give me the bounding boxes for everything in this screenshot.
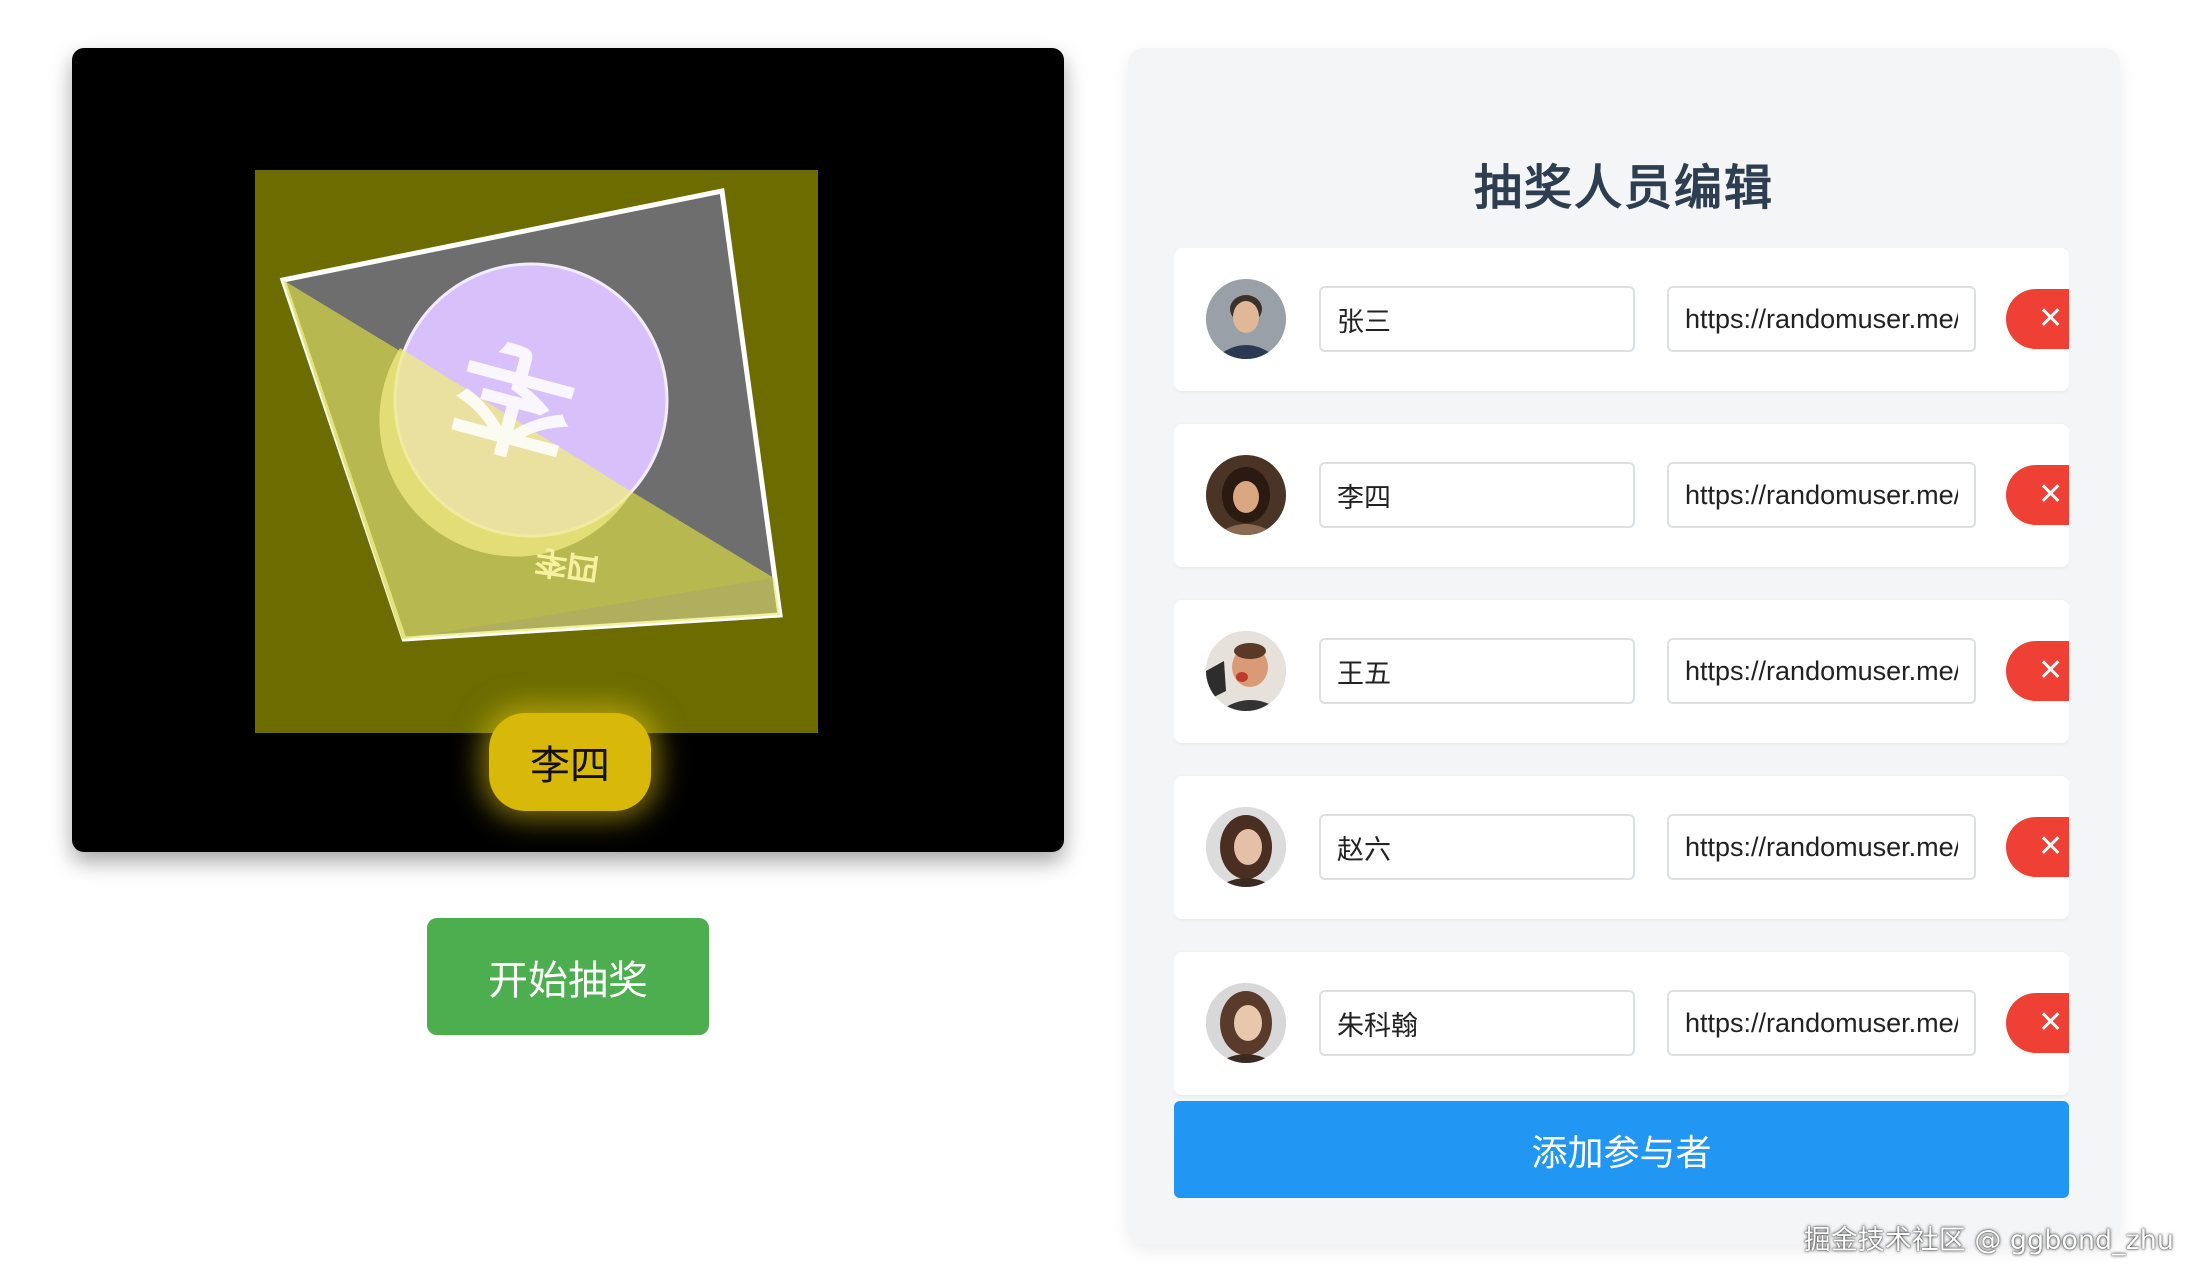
panel-title: 抽奖人员编辑 (1473, 160, 1774, 216)
delete-participant-button[interactable]: ✕ (2006, 641, 2069, 701)
avatar (1206, 983, 1286, 1063)
participant-list[interactable]: ✕ ✕ (1174, 248, 2069, 1101)
avatar (1206, 631, 1286, 711)
close-icon: ✕ (2038, 653, 2064, 688)
close-icon: ✕ (2038, 829, 2064, 864)
participant-editor-panel: 抽奖人员编辑 ✕ (1128, 48, 2120, 1244)
participant-card: ✕ (1174, 600, 2069, 743)
participant-name-input[interactable] (1319, 462, 1635, 528)
participant-name-input[interactable] (1319, 990, 1635, 1056)
participant-avatar-url-input[interactable] (1667, 462, 1976, 528)
close-icon: ✕ (2038, 1005, 2064, 1040)
participant-avatar-url-input[interactable] (1667, 286, 1976, 352)
participant-avatar-url-input[interactable] (1667, 814, 1976, 880)
participant-name-input[interactable] (1319, 814, 1635, 880)
participant-card: ✕ (1174, 424, 2069, 567)
participant-avatar-url-input[interactable] (1667, 638, 1976, 704)
avatar (1206, 807, 1286, 887)
participant-card: ✕ (1174, 776, 2069, 919)
winner-badge: 李四 (489, 713, 651, 811)
delete-participant-button[interactable]: ✕ (2006, 993, 2069, 1053)
start-lottery-button[interactable]: 开始抽奖 (427, 918, 709, 1035)
delete-participant-button[interactable]: ✕ (2006, 289, 2069, 349)
participant-avatar-url-input[interactable] (1667, 990, 1976, 1056)
avatar (1206, 455, 1286, 535)
close-icon: ✕ (2038, 301, 2064, 336)
participant-card: ✕ (1174, 952, 2069, 1095)
close-icon: ✕ (2038, 477, 2064, 512)
add-participant-button[interactable]: 添加参与者 (1174, 1101, 2069, 1198)
participant-card: ✕ (1174, 248, 2069, 391)
lottery-stage: 李 李四 李四 (72, 48, 1064, 852)
avatar (1206, 279, 1286, 359)
participant-name-input[interactable] (1319, 286, 1635, 352)
watermark: 掘金技术社区 @ ggbond_zhu (1803, 1225, 2174, 1256)
participant-name-input[interactable] (1319, 638, 1635, 704)
delete-participant-button[interactable]: ✕ (2006, 465, 2069, 525)
delete-participant-button[interactable]: ✕ (2006, 817, 2069, 877)
